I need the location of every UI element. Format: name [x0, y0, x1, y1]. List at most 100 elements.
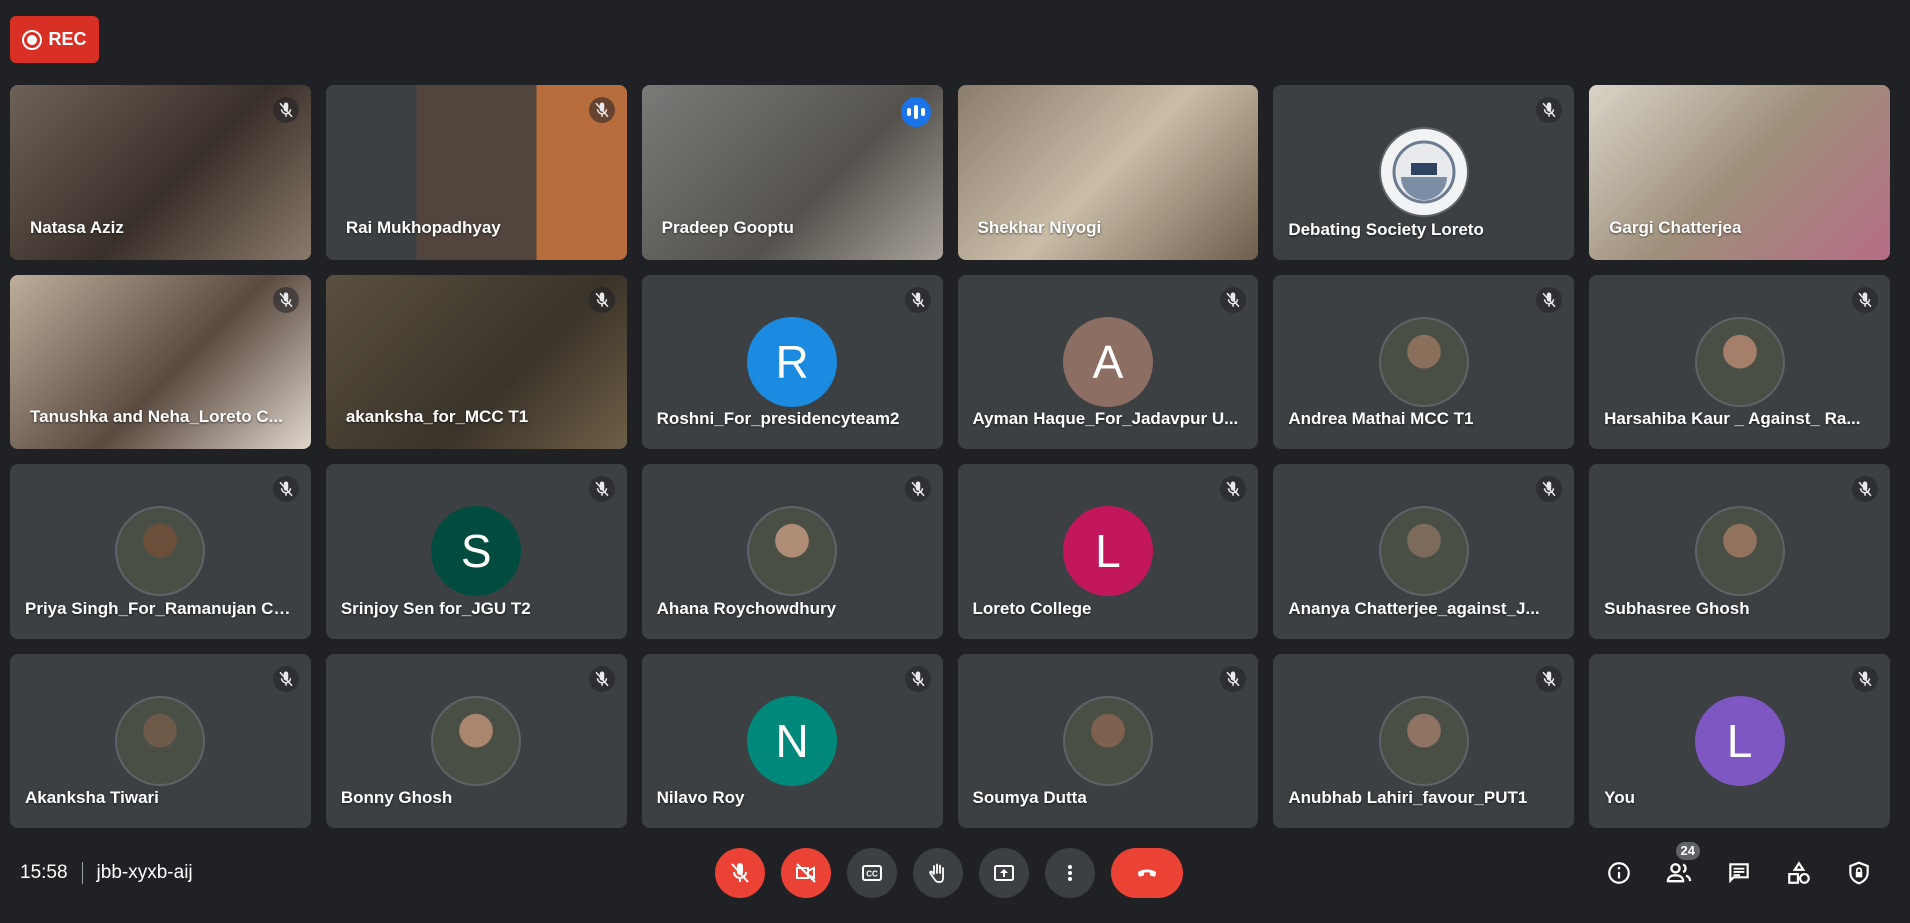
avatar-photo	[1378, 316, 1469, 407]
participant-tile[interactable]: Bonny Ghosh	[325, 653, 627, 828]
mic-muted-icon	[272, 97, 299, 123]
mic-muted-icon	[272, 476, 299, 502]
shapes-icon	[1788, 861, 1810, 884]
participant-tile[interactable]: R Roshni_For_presidencyteam2	[641, 274, 943, 449]
participant-tile[interactable]: Priya Singh_For_Ramanujan Co...	[10, 464, 311, 639]
svg-text:CC: CC	[866, 870, 878, 879]
avatar-initial: A	[1062, 316, 1153, 407]
participant-tile[interactable]: Harsahiba Kaur _ Against_ Ra...	[1589, 274, 1890, 449]
participant-name: Anubhab Lahiri_favour_PUT1	[1288, 788, 1528, 807]
mic-muted-icon	[1220, 286, 1247, 313]
mic-muted-icon	[272, 286, 299, 313]
present-button[interactable]	[979, 848, 1029, 898]
participant-tile[interactable]: Ananya Chatterjee_against_J...	[1273, 464, 1575, 639]
avatar-photo	[115, 695, 206, 786]
chat-button[interactable]	[1718, 848, 1760, 898]
mic-muted-icon	[1536, 286, 1563, 313]
mic-toggle-button[interactable]	[715, 848, 765, 898]
divider	[81, 862, 83, 884]
mic-muted-icon	[272, 665, 299, 692]
speaking-indicator-icon	[900, 97, 931, 127]
people-button[interactable]: 24	[1658, 842, 1700, 898]
closed-captions-icon: CC	[862, 865, 882, 881]
participant-tile[interactable]: A Ayman Haque_For_Jadavpur U...	[957, 274, 1259, 449]
participant-tile[interactable]: S Srinjoy Sen for_JGU T2	[325, 464, 627, 639]
avatar-initial: L	[1694, 695, 1785, 786]
raise-hand-button[interactable]	[913, 848, 963, 898]
meeting-details: 15:58 jbb-xyxb-aij	[20, 862, 193, 884]
hand-icon	[929, 863, 944, 883]
participant-name: Roshni_For_presidencyteam2	[656, 409, 900, 428]
participant-name: Natasa Aziz	[30, 217, 124, 237]
meeting-info-button[interactable]	[1598, 848, 1640, 898]
activities-button[interactable]	[1778, 848, 1820, 898]
mic-muted-icon	[588, 286, 615, 313]
present-screen-icon	[994, 865, 1014, 881]
mic-muted-icon	[1536, 97, 1563, 123]
participant-tile[interactable]: Gargi Chatterjea	[1589, 85, 1890, 260]
meeting-time: 15:58	[20, 862, 68, 883]
participant-name: Andrea Mathai MCC T1	[1288, 409, 1474, 428]
recording-indicator[interactable]: REC	[10, 16, 99, 63]
avatar-initial: L	[1062, 506, 1153, 596]
participant-name: Harsahiba Kaur _ Against_ Ra...	[1604, 409, 1861, 428]
avatar-photo	[747, 506, 838, 596]
info-icon	[1608, 862, 1630, 884]
people-icon	[1666, 863, 1692, 883]
participant-name: akanksha_for_MCC T1	[345, 407, 529, 426]
participant-tile[interactable]: Shekhar Niyogi	[957, 85, 1259, 260]
call-controls: CC	[715, 848, 1183, 898]
more-vert-icon	[1068, 865, 1072, 881]
avatar-photo	[1378, 695, 1469, 786]
meeting-code[interactable]: jbb-xyxb-aij	[97, 862, 193, 884]
participant-tile[interactable]: Andrea Mathai MCC T1	[1273, 274, 1575, 449]
hang-up-icon	[1137, 869, 1157, 877]
participant-tile[interactable]: Natasa Aziz	[10, 85, 311, 260]
organization-logo	[1378, 127, 1469, 217]
mic-muted-icon	[904, 286, 931, 313]
record-icon	[22, 29, 43, 50]
participant-name: Subhasree Ghosh	[1604, 598, 1750, 618]
participant-tile[interactable]: Tanushka and Neha_Loreto C...	[10, 274, 311, 449]
mic-muted-icon	[588, 476, 615, 502]
host-controls-button[interactable]	[1838, 848, 1880, 898]
participant-name: Bonny Ghosh	[340, 788, 453, 807]
participant-tile[interactable]: Ahana Roychowdhury	[641, 464, 943, 639]
mic-muted-icon	[1852, 286, 1878, 313]
participant-grid: Natasa Aziz Rai Mukhopadhyay Pradeep Goopt…	[10, 85, 1890, 828]
participant-name: Ananya Chatterjee_against_J...	[1288, 598, 1540, 618]
meeting-tools: 24	[1598, 842, 1880, 898]
more-options-button[interactable]	[1045, 848, 1095, 898]
avatar-photo	[1694, 506, 1785, 596]
participant-name: Soumya Dutta	[972, 788, 1087, 807]
captions-button[interactable]: CC	[847, 848, 897, 898]
participant-tile[interactable]: Soumya Dutta	[957, 653, 1259, 828]
participant-tile[interactable]: Subhasree Ghosh	[1589, 464, 1890, 639]
participant-name: Srinjoy Sen for_JGU T2	[340, 598, 531, 618]
mic-muted-icon	[1220, 476, 1247, 502]
mic-muted-icon	[1536, 665, 1563, 692]
participant-tile[interactable]: Anubhab Lahiri_favour_PUT1	[1273, 653, 1575, 828]
participant-tile[interactable]: Rai Mukhopadhyay	[325, 85, 627, 260]
mic-muted-icon	[904, 665, 931, 692]
mic-muted-icon	[1536, 476, 1563, 502]
leave-call-button[interactable]	[1111, 848, 1183, 898]
avatar-photo	[1062, 695, 1153, 786]
participant-tile[interactable]: L You	[1589, 653, 1890, 828]
mic-muted-icon	[1852, 665, 1878, 692]
participant-tile[interactable]: N Nilavo Roy	[641, 653, 943, 828]
participant-tile[interactable]: L Loreto College	[957, 464, 1259, 639]
avatar-photo	[1694, 316, 1785, 407]
camera-toggle-button[interactable]	[781, 848, 831, 898]
participant-name: Rai Mukhopadhyay	[345, 217, 501, 237]
mic-off-icon	[731, 863, 749, 883]
recording-label: REC	[48, 29, 87, 49]
participant-tile[interactable]: Debating Society Loreto	[1273, 85, 1575, 260]
participant-tile[interactable]: akanksha_for_MCC T1	[325, 274, 627, 449]
participant-tile[interactable]: Akanksha Tiwari	[10, 653, 311, 828]
participant-tile[interactable]: Pradeep Gooptu	[641, 85, 943, 260]
avatar-initial: R	[747, 316, 838, 407]
avatar-photo	[1378, 506, 1469, 596]
participant-name: Priya Singh_For_Ramanujan Co...	[25, 598, 296, 618]
participant-name: Akanksha Tiwari	[25, 788, 159, 807]
